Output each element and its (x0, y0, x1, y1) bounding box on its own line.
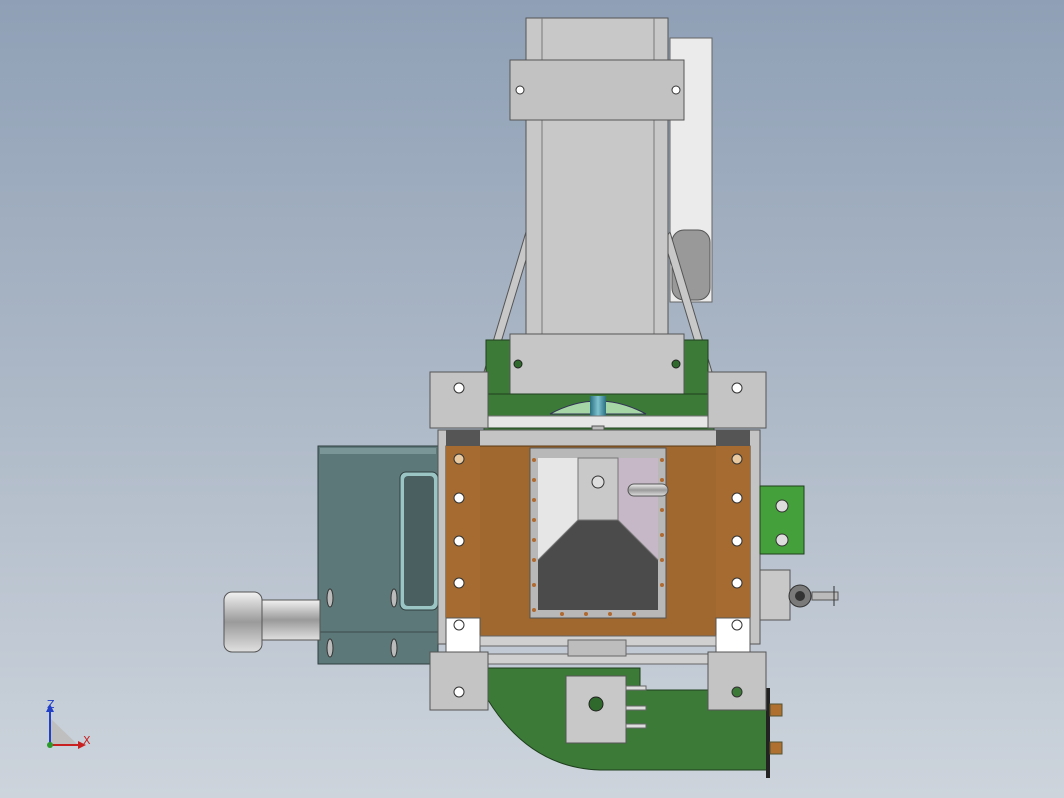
origin-dot (47, 742, 53, 748)
motor-shaft-cylinder (223, 591, 321, 653)
x-axis-label: X (83, 734, 91, 747)
right-bracket (759, 485, 839, 621)
inner-chamber (529, 447, 669, 619)
upper-actuator-column (483, 17, 713, 373)
z-axis-label: Z (47, 698, 55, 711)
assembly-model[interactable] (0, 0, 1064, 798)
cad-viewport[interactable]: Z X (0, 0, 1064, 798)
side-motor-housing (317, 445, 439, 665)
